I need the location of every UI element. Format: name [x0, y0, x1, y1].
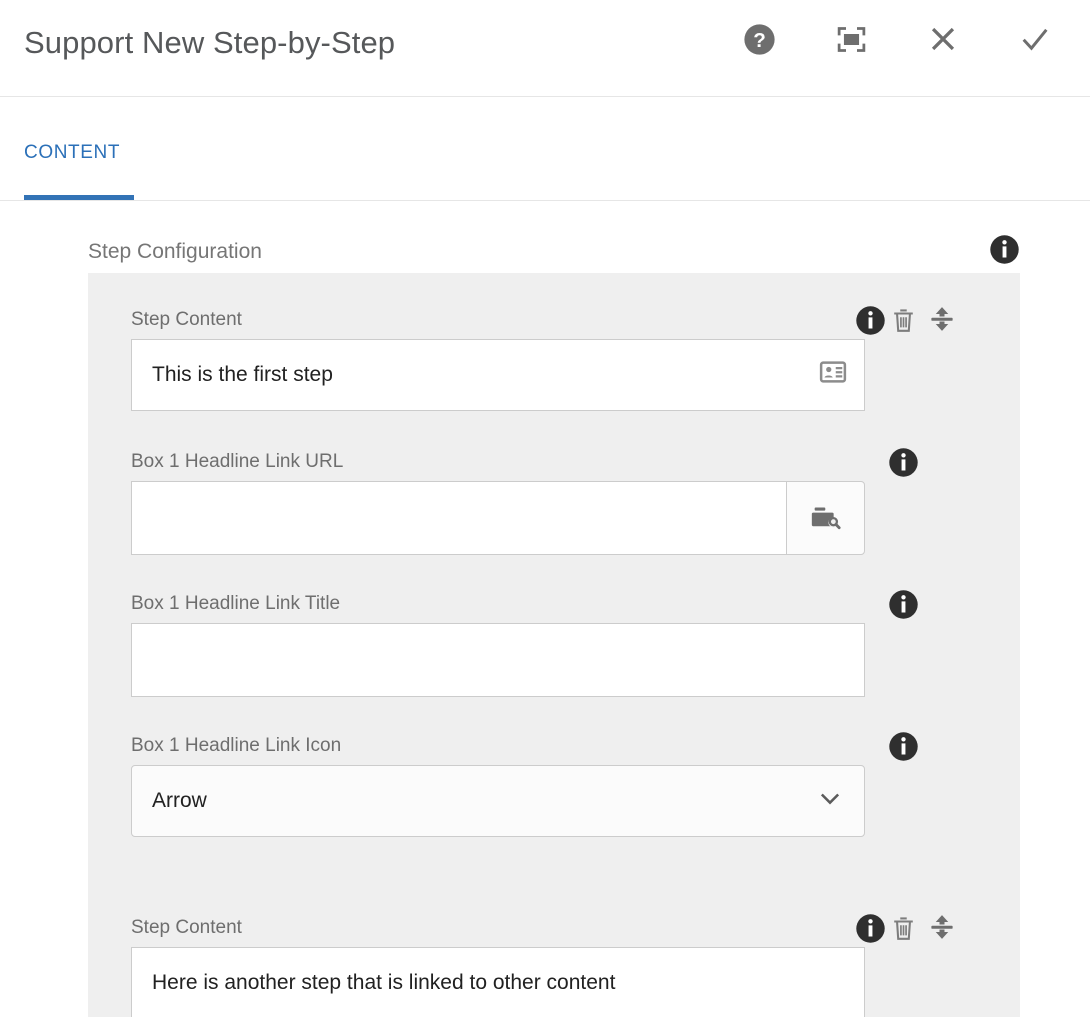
field-label: Box 1 Headline Link Title — [131, 593, 341, 614]
field-step-content-1: Step Content This is the first step — [131, 306, 977, 411]
header-actions: ? — [742, 22, 1052, 56]
trash-icon[interactable] — [888, 305, 919, 341]
folder-search-icon[interactable] — [786, 481, 865, 555]
field-actions — [855, 913, 953, 949]
reorder-handle-icon[interactable] — [925, 302, 959, 336]
help-icon[interactable]: ? — [742, 22, 776, 56]
dialog-body: Step Configuration Step Content This is … — [0, 201, 1090, 1017]
input-value: Here is another step that is linked to o… — [152, 971, 616, 994]
step-content-input-2[interactable]: Here is another step that is linked to o… — [131, 947, 865, 1017]
step-configuration-header: Step Configuration — [88, 234, 1020, 270]
info-icon[interactable] — [888, 589, 919, 625]
contact-card-icon[interactable] — [818, 357, 848, 393]
page-title: Support New Step-by-Step — [24, 25, 396, 60]
step-panel: Step Content This is the first step Box … — [88, 273, 1020, 1017]
link-title-input[interactable] — [131, 623, 865, 697]
check-icon[interactable] — [1018, 22, 1052, 56]
svg-text:?: ? — [753, 29, 766, 52]
field-link-icon: Box 1 Headline Link Icon Arrow — [131, 732, 977, 837]
field-actions — [855, 305, 953, 341]
field-link-url: Box 1 Headline Link URL — [131, 448, 977, 555]
field-label: Box 1 Headline Link URL — [131, 451, 344, 472]
tab-content[interactable]: CONTENT — [24, 142, 120, 164]
field-step-content-2: Step Content Here is another step that i… — [131, 914, 977, 1017]
link-icon-select[interactable]: Arrow — [131, 765, 865, 837]
reorder-handle-icon[interactable] — [925, 910, 959, 944]
info-icon[interactable] — [888, 447, 919, 483]
field-actions — [888, 589, 919, 625]
field-label: Step Content — [131, 917, 242, 938]
dialog-header: Support New Step-by-Step ? — [0, 0, 1090, 97]
chevron-down-icon — [816, 784, 844, 818]
section-title: Step Configuration — [88, 240, 262, 263]
field-link-title: Box 1 Headline Link Title — [131, 590, 977, 697]
info-icon[interactable] — [855, 913, 886, 949]
input-value: This is the first step — [152, 363, 333, 386]
field-head: Box 1 Headline Link Icon — [131, 732, 977, 765]
field-head: Box 1 Headline Link URL — [131, 448, 977, 481]
field-actions — [888, 447, 919, 483]
field-head: Step Content — [131, 914, 977, 947]
tab-active-indicator — [24, 195, 134, 200]
field-head: Box 1 Headline Link Title — [131, 590, 977, 623]
info-icon[interactable] — [989, 234, 1020, 270]
select-value: Arrow — [152, 789, 207, 812]
close-icon[interactable] — [926, 22, 960, 56]
info-icon[interactable] — [855, 305, 886, 341]
step-content-input-1[interactable]: This is the first step — [131, 339, 865, 411]
field-actions — [888, 731, 919, 767]
link-url-input[interactable] — [131, 481, 786, 555]
field-label: Step Content — [131, 309, 242, 330]
field-head: Step Content — [131, 306, 977, 339]
trash-icon[interactable] — [888, 913, 919, 949]
tab-bar: CONTENT — [0, 97, 1090, 201]
fullscreen-icon[interactable] — [834, 22, 868, 56]
field-label: Box 1 Headline Link Icon — [131, 735, 342, 756]
link-url-group — [131, 481, 865, 555]
info-icon[interactable] — [888, 731, 919, 767]
